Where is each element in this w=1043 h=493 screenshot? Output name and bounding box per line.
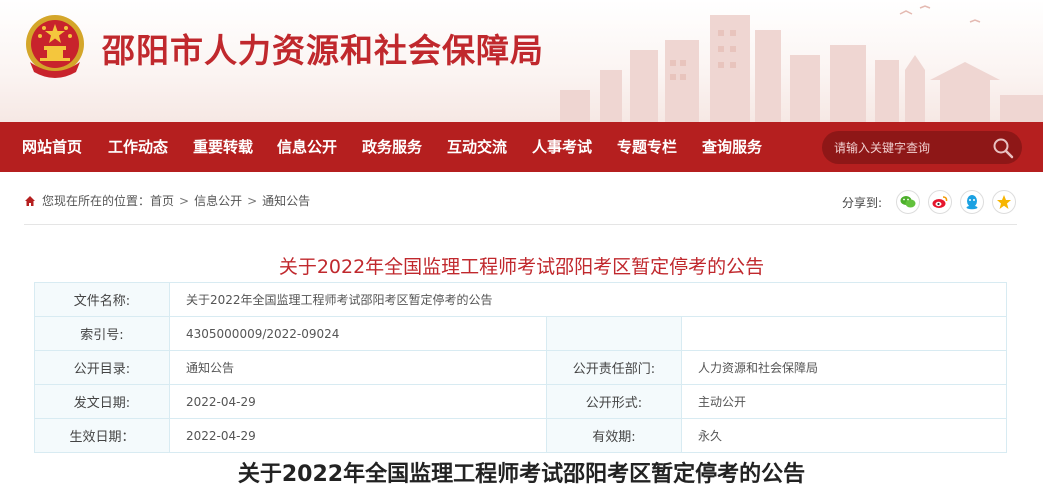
nav-item-gov-services[interactable]: 政务服务 (362, 122, 422, 172)
catalog-label: 公开目录: (34, 350, 170, 385)
effective-date-label: 生效日期： (34, 418, 170, 453)
validity-label: 有效期: (546, 418, 682, 453)
effective-date-value: 2022-04-29 (169, 418, 547, 453)
nav-item-special-topics[interactable]: 专题专栏 (617, 122, 677, 172)
table-row: 索引号: 4305000009/2022-09024 (34, 316, 1008, 351)
share-label: 分享到: (842, 195, 883, 210)
empty-label-cell (546, 316, 682, 351)
nav-item-personnel-exam[interactable]: 人事考试 (532, 122, 592, 172)
qzone-share-button[interactable] (992, 190, 1017, 214)
empty-value-cell (680, 316, 1008, 351)
form-value: 主动公开 (680, 384, 1008, 419)
city-skyline-illustration (560, 5, 1043, 122)
table-row: 生效日期： 2022-04-29 有效期: 永久 (34, 418, 1008, 453)
qq-icon (966, 195, 978, 210)
index-label: 索引号: (34, 316, 170, 351)
wechat-icon (900, 196, 916, 208)
qzone-star-icon (997, 195, 1012, 209)
file-name-value: 关于2022年全国监理工程师考试邵阳考区暂定停考的公告 (168, 282, 1008, 317)
site-header: 邵阳市人力资源和社会保障局 (0, 0, 1043, 122)
issue-date-label: 发文日期: (34, 384, 170, 419)
breadcrumb-separator: > (179, 193, 190, 208)
document-info-table: 文件名称: 关于2022年全国监理工程师考试邵阳考区暂定停考的公告 索引号: 4… (34, 282, 1008, 453)
catalog-value: 通知公告 (169, 350, 547, 385)
breadcrumb-separator: > (247, 193, 258, 208)
breadcrumb-info-disclosure[interactable]: 信息公开 (194, 192, 242, 209)
share-bar: 分享到: (842, 190, 1024, 214)
breadcrumb-home[interactable]: 首页 (150, 192, 174, 209)
home-icon (25, 195, 35, 206)
index-value: 4305000009/2022-09024 (169, 316, 547, 351)
nav-item-query-services[interactable]: 查询服务 (702, 122, 762, 172)
nav-item-reprints[interactable]: 重要转载 (193, 122, 253, 172)
validity-value: 永久 (680, 418, 1008, 453)
dept-label: 公开责任部门: (546, 350, 682, 385)
weibo-icon (932, 196, 948, 208)
nav-item-home[interactable]: 网站首页 (22, 122, 82, 172)
breadcrumb-prefix: 您现在所在的位置： (42, 194, 151, 208)
search-box (822, 131, 1022, 164)
weibo-share-button[interactable] (928, 190, 953, 214)
search-icon[interactable] (992, 137, 1014, 159)
dept-value: 人力资源和社会保障局 (680, 350, 1008, 385)
issue-date-value: 2022-04-29 (169, 384, 547, 419)
wechat-share-button[interactable] (896, 190, 921, 214)
table-row: 文件名称: 关于2022年全国监理工程师考试邵阳考区暂定停考的公告 (34, 282, 1008, 317)
site-title: 邵阳市人力资源和社会保障局 (102, 31, 544, 70)
document-title: 关于2022年全国监理工程师考试邵阳考区暂定停考的公告 (278, 256, 765, 278)
article-title: 关于2022年全国监理工程师考试邵阳考区暂定停考的公告 (237, 462, 806, 487)
nav-item-interaction[interactable]: 互动交流 (447, 122, 507, 172)
nav-item-work-news[interactable]: 工作动态 (108, 122, 168, 172)
form-label: 公开形式: (546, 384, 682, 419)
file-name-label: 文件名称: (34, 282, 170, 317)
breadcrumb: 您现在所在的位置： 首页 > 信息公开 > 通知公告 (24, 192, 310, 209)
table-row: 发文日期: 2022-04-29 公开形式: 主动公开 (34, 384, 1008, 419)
table-row: 公开目录: 通知公告 公开责任部门: 人力资源和社会保障局 (34, 350, 1008, 385)
qq-share-button[interactable] (960, 190, 985, 214)
content-divider (24, 224, 1017, 225)
breadcrumb-notices[interactable]: 通知公告 (262, 192, 310, 209)
national-emblem-icon (26, 15, 84, 78)
search-input[interactable] (834, 137, 984, 158)
nav-item-info-disclosure[interactable]: 信息公开 (277, 122, 337, 172)
